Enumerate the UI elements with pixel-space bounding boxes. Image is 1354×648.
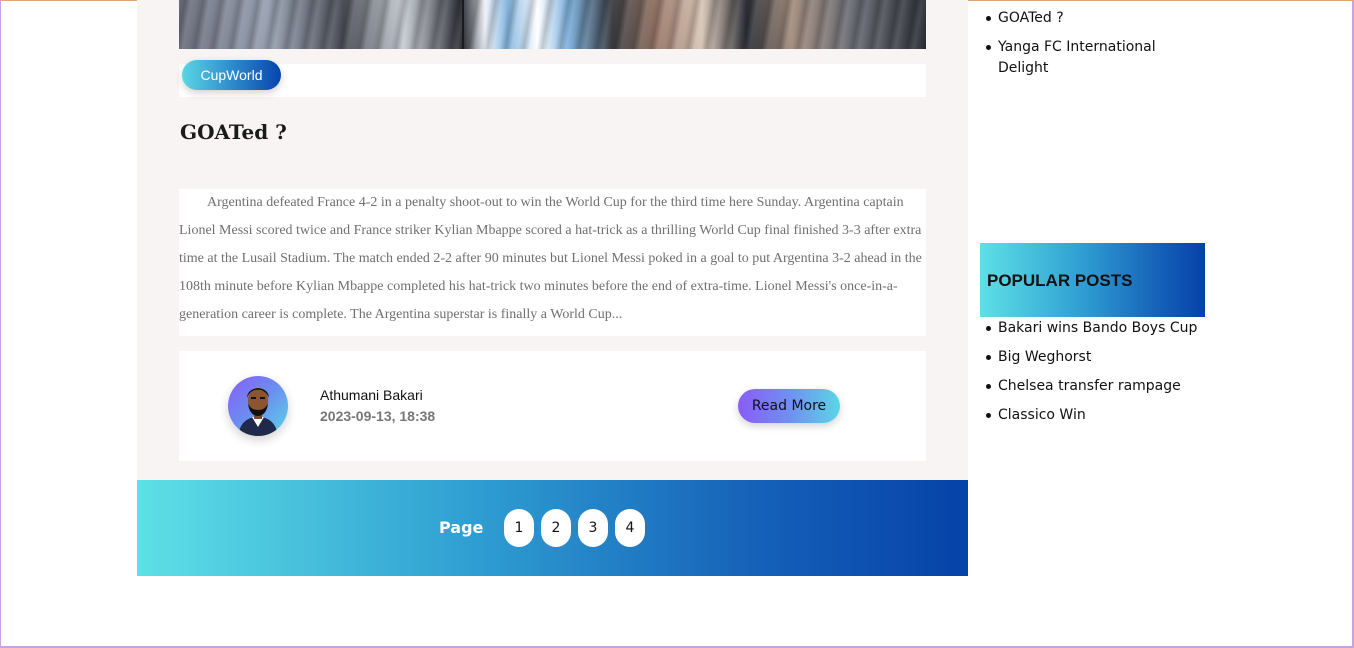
post-author-bar: Athumani Bakari 2023-09-13, 18:38 Read M… <box>179 351 926 461</box>
category-tag[interactable]: CupWorld <box>182 60 281 90</box>
page-button-1[interactable]: 1 <box>504 509 534 547</box>
hero-crowd-texture <box>179 0 926 49</box>
recent-post-link[interactable]: GOATed ? <box>985 8 1210 29</box>
post-card: CupWorld GOATed ? Argentina defeated Fra… <box>137 0 968 480</box>
popular-posts-header: POPULAR POSTS <box>980 243 1205 317</box>
post-hero-image[interactable] <box>179 0 926 49</box>
popular-post-link[interactable]: Classico Win <box>985 405 1210 426</box>
hero-image-divider <box>462 0 464 49</box>
recent-post-link[interactable]: Yanga FC International Delight <box>985 37 1210 79</box>
popular-post-link[interactable]: Big Weghorst <box>985 347 1210 368</box>
pagination-bar: Page 1 2 3 4 <box>137 480 968 576</box>
recent-posts-list: GOATed ? Yanga FC International Delight <box>985 8 1210 87</box>
popular-posts-title: POPULAR POSTS <box>987 271 1133 290</box>
popular-posts-list: Bakari wins Bando Boys Cup Big Weghorst … <box>985 318 1210 434</box>
post-title[interactable]: GOATed ? <box>180 120 287 144</box>
page-button-2[interactable]: 2 <box>541 509 571 547</box>
read-more-button[interactable]: Read More <box>738 389 840 423</box>
post-date: 2023-09-13, 18:38 <box>320 408 436 424</box>
post-category-bar: CupWorld <box>179 60 926 97</box>
popular-post-link[interactable]: Bakari wins Bando Boys Cup <box>985 318 1210 339</box>
page-button-3[interactable]: 3 <box>578 509 608 547</box>
author-name[interactable]: Athumani Bakari <box>320 387 423 403</box>
page-button-4[interactable]: 4 <box>615 509 645 547</box>
post-excerpt: Argentina defeated France 4-2 in a penal… <box>179 189 926 336</box>
pagination-label: Page <box>439 518 484 537</box>
author-avatar-icon <box>228 376 288 436</box>
popular-post-link[interactable]: Chelsea transfer rampage <box>985 376 1210 397</box>
